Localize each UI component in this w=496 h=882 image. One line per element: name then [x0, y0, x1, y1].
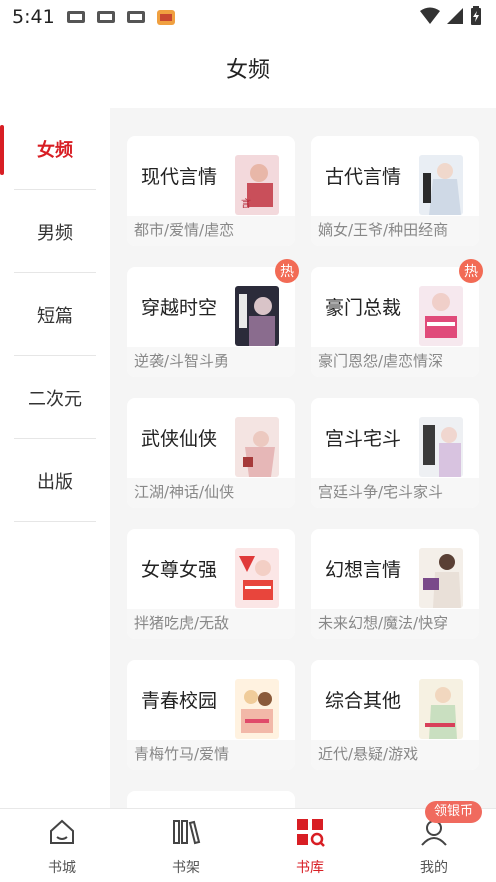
category-tags: 拌猪吃虎/无敌: [127, 609, 295, 639]
category-name: 现代言情: [141, 166, 218, 188]
category-tags: 青梅竹马/爱情: [127, 740, 295, 770]
book-cover-image: [419, 155, 463, 215]
category-name: 豪门总裁: [325, 297, 402, 319]
book-cover-image: [419, 417, 463, 477]
category-name: 宫斗宅斗: [325, 428, 402, 450]
category-name: 穿越时空: [141, 297, 218, 319]
library-grid-icon: [297, 819, 325, 847]
category-card[interactable]: 穿越时空 逆袭/斗智斗勇 热: [127, 259, 299, 377]
svg-text:言: 言: [241, 197, 251, 210]
book-cover-image: 言: [235, 155, 279, 215]
category-card-partial[interactable]: [127, 791, 295, 808]
sidebar-item-female[interactable]: 女频: [14, 108, 96, 190]
page-title: 女频: [225, 58, 270, 83]
category-name: 古代言情: [325, 166, 402, 188]
nav-label: 书城: [48, 860, 76, 876]
category-tags: 逆袭/斗智斗勇: [127, 347, 295, 377]
sidebar-item-short[interactable]: 短篇: [14, 274, 96, 356]
category-card[interactable]: 女尊女强 拌猪吃虎/无敌: [127, 529, 295, 639]
home-icon: [50, 819, 74, 844]
category-card[interactable]: 现代言情 言 都市/爱情/虐恋: [127, 136, 295, 246]
bookshelf-icon: [173, 820, 201, 845]
notification-icon: [66, 11, 85, 23]
sidebar-item-publish[interactable]: 出版: [14, 440, 96, 522]
book-cover-image: [235, 679, 279, 739]
notification-icon: [126, 11, 145, 23]
category-tags: 宫廷斗争/宅斗家斗: [311, 478, 479, 508]
book-cover-image: [419, 286, 463, 346]
book-cover-image: [235, 548, 279, 608]
category-name: 武侠仙侠: [141, 428, 218, 450]
category-card[interactable]: 古代言情 嫡女/王爷/种田经商: [311, 136, 479, 246]
nav-label: 书库: [296, 860, 324, 876]
book-cover-image: [419, 679, 463, 739]
category-tags: 未来幻想/魔法/快穿: [311, 609, 479, 639]
sidebar-item-acg[interactable]: 二次元: [14, 357, 96, 439]
nav-item-library[interactable]: 书库: [248, 809, 372, 882]
category-grid: 现代言情 言 都市/爱情/虐恋 古代言情 嫡女/王爷/种田经商 穿越时空 逆袭/…: [110, 108, 496, 808]
category-card[interactable]: 幻想言情 未来幻想/魔法/快穿: [311, 529, 479, 639]
coin-badge[interactable]: 领银币: [424, 801, 482, 823]
category-card[interactable]: 武侠仙侠 江湖/神话/仙侠: [127, 398, 295, 508]
category-card[interactable]: 宫斗宅斗 宫廷斗争/宅斗家斗: [311, 398, 479, 508]
category-sidebar: 女频 男频 短篇 二次元 出版: [0, 108, 110, 808]
battery-icon: [471, 6, 481, 25]
book-cover-image: [419, 548, 463, 608]
category-name: 幻想言情: [325, 559, 402, 581]
app-notification-icon: [156, 10, 175, 25]
category-name: 女尊女强: [141, 559, 218, 581]
hot-badge: 热: [275, 259, 299, 283]
notification-icon: [96, 11, 115, 23]
category-name: 青春校园: [141, 690, 218, 712]
category-tags: 豪门恩怨/虐恋情深: [311, 347, 479, 377]
nav-label: 书架: [172, 860, 200, 876]
category-tags: 近代/悬疑/游戏: [311, 740, 479, 770]
hot-badge: 热: [459, 259, 483, 283]
category-card[interactable]: 豪门总裁 豪门恩怨/虐恋情深 热: [311, 259, 483, 377]
nav-item-bookshelf[interactable]: 书架: [124, 809, 248, 882]
nav-item-mine[interactable]: 我的 领银币: [372, 801, 496, 882]
status-time: 5:41: [12, 6, 55, 28]
category-tags: 都市/爱情/虐恋: [127, 216, 295, 246]
nav-item-bookstore[interactable]: 书城: [0, 809, 124, 882]
category-card[interactable]: 综合其他 近代/悬疑/游戏: [311, 660, 479, 770]
book-cover-image: [235, 286, 279, 346]
bottom-navigation: 书城 书架 书库 我的 领银币: [0, 801, 496, 882]
status-bar: 5:41: [0, 0, 496, 34]
active-indicator: [0, 125, 4, 175]
category-tags: 嫡女/王爷/种田经商: [311, 216, 479, 246]
category-tags: 江湖/神话/仙侠: [127, 478, 295, 508]
category-name: 综合其他: [325, 690, 402, 712]
wifi-icon: [420, 7, 440, 24]
sidebar-item-male[interactable]: 男频: [14, 191, 96, 273]
book-cover-image: [235, 417, 279, 477]
nav-label: 我的: [420, 860, 448, 876]
signal-icon: [447, 8, 463, 24]
category-card[interactable]: 青春校园 青梅竹马/爱情: [127, 660, 295, 770]
